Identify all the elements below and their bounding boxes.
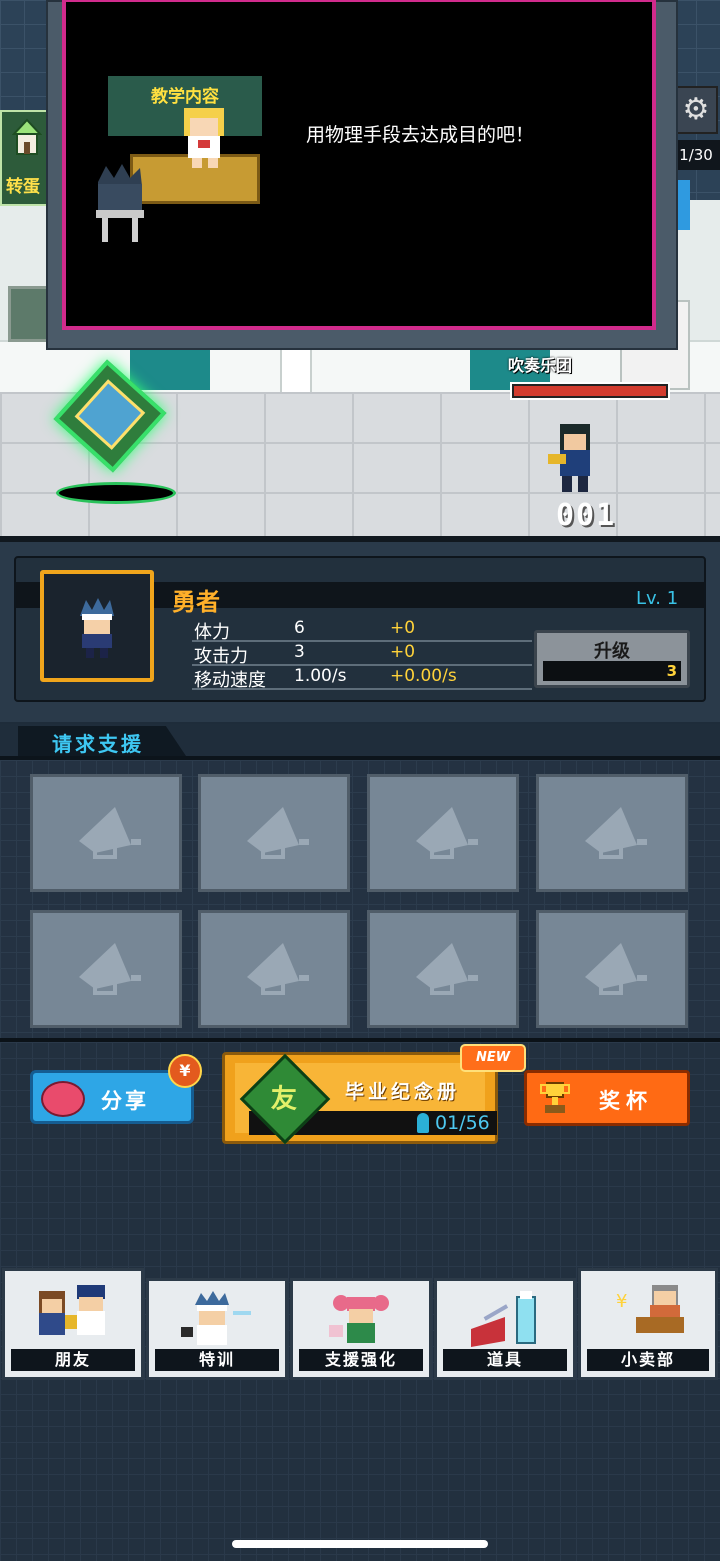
stat-bonus: +0 [390,642,416,662]
megaphone-icon [416,943,478,995]
album-inner: 01/56 毕业纪念册 友 [235,1053,497,1145]
graduation-album-button[interactable]: 01/56 毕业纪念册 友 [222,1052,498,1145]
megaphone-icon [247,943,309,995]
upgrade-button[interactable]: 升级 3 [534,630,690,688]
nav-friends[interactable]: 朋友 [2,1268,144,1380]
trophy-icon [540,1082,570,1113]
side-tab[interactable] [676,180,690,230]
support-slot[interactable] [367,910,519,1028]
enemy-name: 吹奏乐团 [508,356,573,375]
album-title: 毕业纪念册 [345,1081,461,1103]
nav-support-boost[interactable]: 支援强化 [290,1278,432,1380]
teacher-sprite [184,108,224,168]
book-glyph: 友 [270,1084,297,1115]
megaphone-icon [585,807,647,859]
character-portrait[interactable] [40,570,154,682]
megaphone-icon [79,943,141,995]
upgrade-cost-bar: 3 [543,661,681,681]
nav-label: 朋友 [54,1350,91,1369]
share-icon [41,1081,85,1117]
tutorial-dialog-screen: 教学内容 用物理手段去达成目的吧！ [62,0,656,330]
stat-row-attack: 攻击力 3 +0 [192,642,532,667]
items-icon [471,1291,536,1347]
support-slot[interactable] [536,910,688,1028]
shop-icon: ¥ [616,1285,684,1333]
nav-shop[interactable]: ¥ 小卖部 [578,1268,718,1380]
album-count: 01/56 [435,1112,490,1134]
support-slot[interactable] [536,774,688,892]
item-shadow [56,482,176,504]
share-label: 分享 [101,1089,149,1113]
student-sprite [96,164,144,242]
wave-counter: 1/30 [672,140,720,170]
upgrade-cost: 3 [666,662,677,680]
svg-text:¥: ¥ [616,1291,627,1312]
stat-label: 攻击力 [194,646,248,667]
support-slot[interactable] [30,910,182,1028]
support-slot[interactable] [198,774,350,892]
stat-bonus: +0 [390,618,416,638]
stat-row-speed: 移动速度 1.00/s +0.00/s [192,666,532,691]
person-icon [417,1113,429,1133]
support-slot[interactable] [30,774,182,892]
character-card: 勇者 Lv. 1 体力 6 +0 攻击力 3 +0 移动速度 1.00/s +0… [14,556,706,702]
trophy-label: 奖杯 [599,1089,653,1113]
training-icon [181,1291,251,1345]
megaphone-icon [247,807,309,859]
damage-number: 001 [556,498,617,533]
nav-items[interactable]: 道具 [434,1278,576,1380]
megaphone-icon [585,943,647,995]
coin-badge-icon: ¥ [168,1054,202,1088]
character-level: Lv. 1 [636,588,679,609]
stat-value: 6 [294,618,305,638]
stat-bonus: +0.00/s [390,666,457,686]
support-slot[interactable] [198,910,350,1028]
new-badge: NEW [460,1044,526,1072]
lesson-title: 教学内容 [151,87,219,107]
enemy-hp-bar [510,382,670,400]
enemy-student-sprite[interactable] [546,420,602,496]
trophy-button[interactable]: 奖杯 [524,1070,690,1126]
megaphone-icon [79,807,141,859]
nav-label: 特训 [198,1350,235,1369]
nav-label: 小卖部 [620,1350,675,1369]
nav-label: 支援强化 [324,1350,397,1369]
book-cover [74,379,146,450]
enemy-hp-fill [514,386,666,396]
stat-label: 移动速度 [194,670,266,691]
tutorial-dialog[interactable]: 教学内容 用物理手段去达成目的吧！ [46,0,678,350]
gear-icon: ⚙ [682,92,710,127]
stat-value: 1.00/s [294,666,347,686]
cheerleader-icon [329,1295,389,1343]
nav-training[interactable]: 特训 [146,1278,288,1380]
stat-value: 3 [294,642,305,662]
nav-label: 道具 [486,1350,523,1369]
friends-icon [39,1285,105,1335]
support-tab-label: 请求支援 [52,732,144,756]
house-icon [12,118,42,155]
upgrade-label: 升级 [594,641,630,662]
game-scene[interactable]: 吹奏乐团 001 转蛋 ⚙ 1/30 教学内容 用物理手段去达成目的吧！ [0,0,720,542]
megaphone-icon [416,807,478,859]
hero-sprite [80,598,114,658]
gacha-label: 转蛋 [6,177,40,197]
support-slot[interactable] [367,774,519,892]
character-name: 勇者 [172,588,220,616]
stat-label: 体力 [194,622,230,643]
tab-request-support[interactable]: 请求支援 [18,726,186,756]
settings-button[interactable]: ⚙ [674,86,718,134]
home-indicator [232,1540,488,1548]
tutorial-message: 用物理手段去达成目的吧！ [306,124,535,146]
stat-row-hp: 体力 6 +0 [192,618,532,643]
